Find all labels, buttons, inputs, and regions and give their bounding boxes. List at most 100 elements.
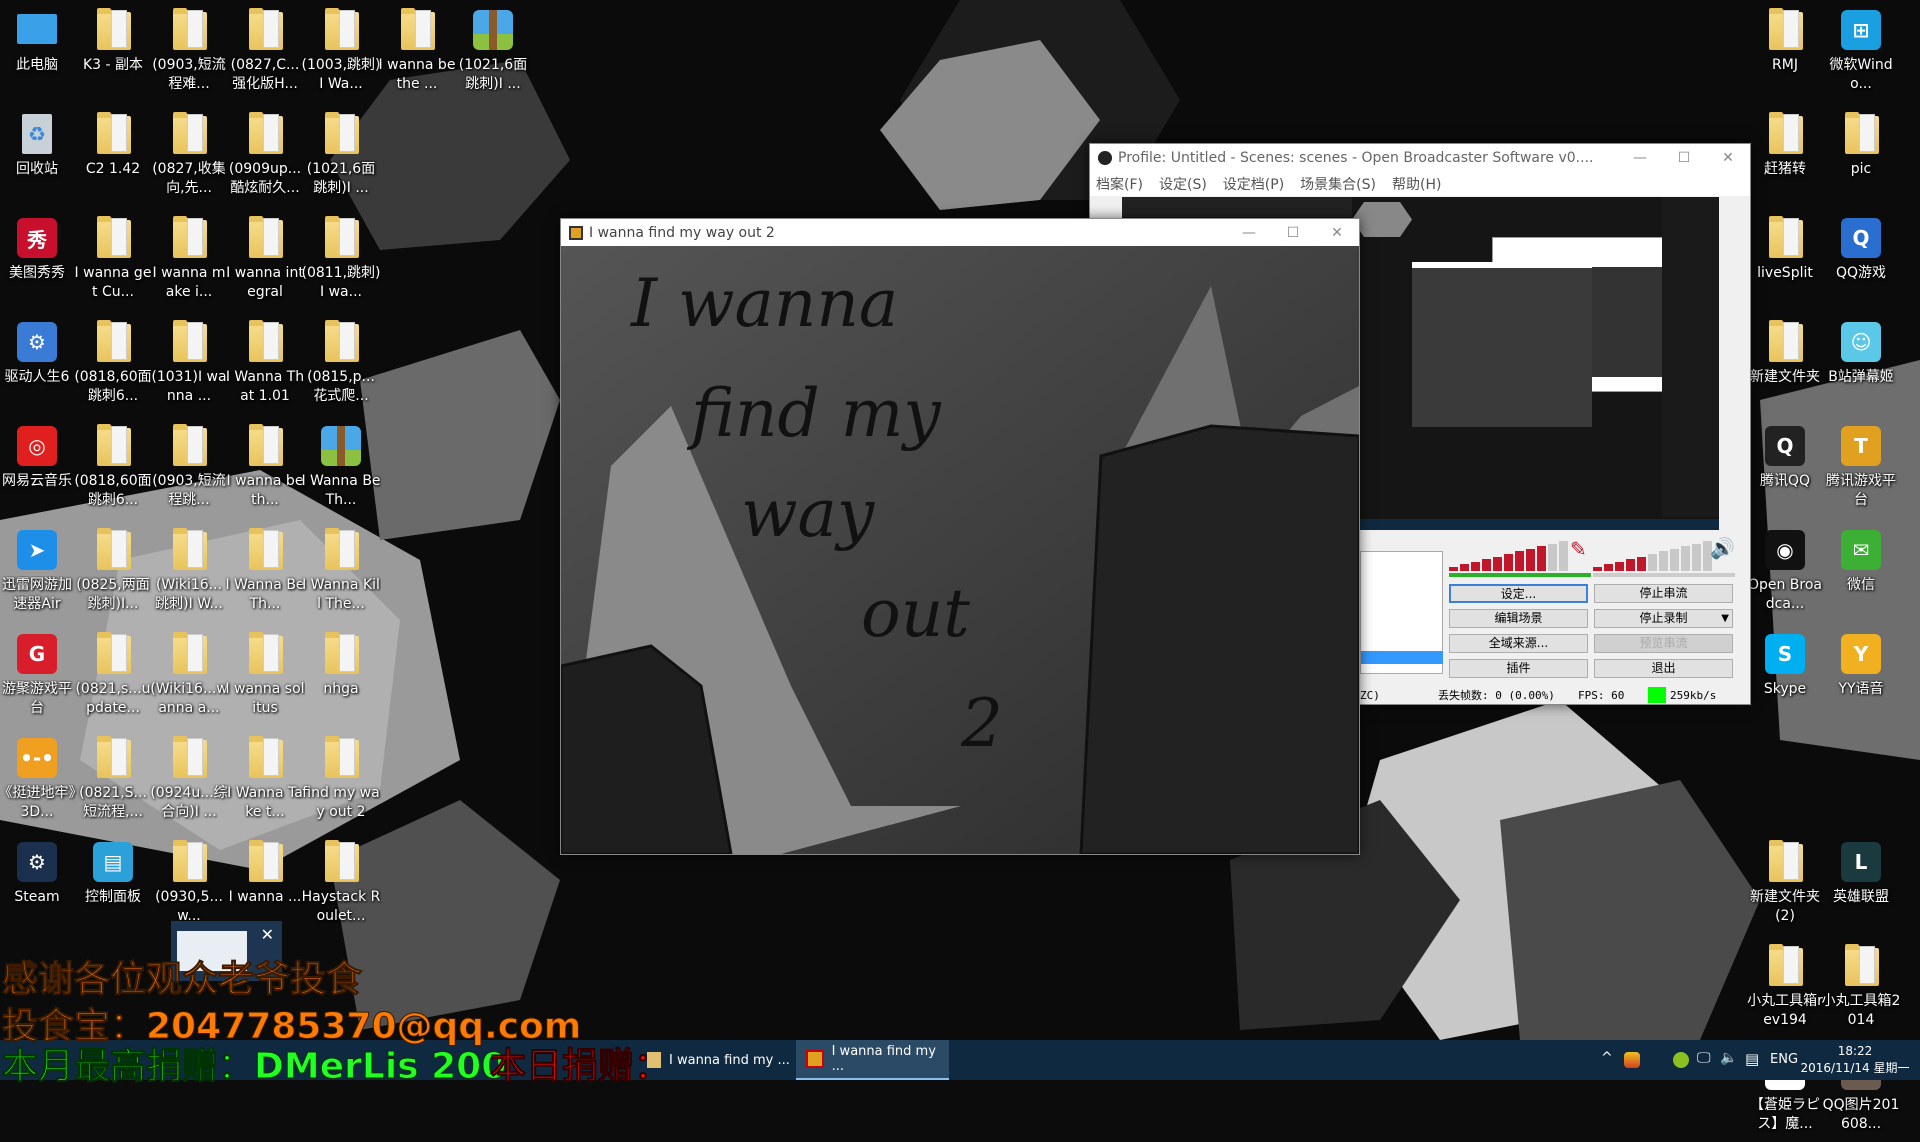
show-hidden-icons-icon[interactable]: ^ — [1601, 1050, 1613, 1066]
desktop-icon[interactable]: (Wiki16...wanna a... — [150, 626, 228, 726]
mic-volume-slider[interactable] — [1449, 573, 1591, 577]
selected-source[interactable] — [1361, 651, 1443, 664]
desktop-icon[interactable]: (0827,收集向,先... — [151, 106, 227, 206]
desktop-icon[interactable]: 小丸工具箱2014 — [1822, 938, 1900, 1038]
desktop-icon[interactable]: I wanna solitus — [225, 626, 305, 726]
desktop-icon[interactable]: (0815,p...花式爬... — [303, 314, 379, 414]
desktop-icon[interactable]: L 英雄联盟 — [1823, 834, 1899, 934]
tray-security-icon[interactable] — [1673, 1052, 1689, 1068]
maximize-icon[interactable]: ☐ — [1662, 150, 1706, 166]
desktop-icon[interactable]: ⚙ Steam — [0, 834, 75, 934]
desktop-icon[interactable]: I wanna ... — [227, 834, 303, 934]
desktop-icon[interactable]: (Wiki16...跳刺)I W... — [151, 522, 227, 622]
microphone-icon[interactable]: ✎ — [1570, 537, 1587, 561]
desktop-icon[interactable]: pic — [1823, 106, 1899, 206]
desktop-icon[interactable]: 此电脑 — [0, 2, 75, 102]
minimize-icon[interactable]: — — [1618, 150, 1662, 166]
desktop-icon[interactable]: (0825,两面跳刺)I... — [75, 522, 151, 622]
notification-icon[interactable]: ▤ — [1745, 1050, 1759, 1068]
desktop-icon[interactable]: ➤ 迅雷网游加速器Air — [0, 522, 75, 622]
desktop-icon[interactable]: ✉ 微信 — [1823, 522, 1899, 622]
desktop-icon[interactable]: (1021,6面跳刺)I ... — [455, 2, 531, 102]
desktop-icon[interactable]: liveSplit — [1747, 210, 1823, 310]
game-title-bar[interactable]: I wanna find my way out 2 — ☐ ✕ — [561, 219, 1359, 246]
desktop-icon[interactable]: I Wanna Take t... — [227, 730, 303, 830]
desktop-icon[interactable]: find my way out 2 — [302, 730, 380, 830]
desktop-icon[interactable]: (0818,60面跳刺6... — [74, 314, 152, 414]
desktop-icon[interactable]: 新建文件夹 — [1747, 314, 1823, 414]
close-icon[interactable]: ✕ — [1315, 225, 1359, 241]
desktop-icon[interactable]: S Skype — [1747, 626, 1823, 726]
desktop-icon[interactable]: 秀美图秀秀 — [0, 210, 75, 310]
desktop-icon[interactable]: nhga — [303, 626, 379, 726]
desktop-icon[interactable]: Y YY语音 — [1823, 626, 1899, 726]
desktop-icon[interactable]: ⊞ 微软Windo... — [1823, 2, 1899, 102]
close-icon[interactable]: ✕ — [1706, 150, 1750, 166]
desktop-icon[interactable]: (0818,60面跳刺6... — [74, 418, 152, 518]
network-icon[interactable]: 🖵 — [1697, 1050, 1711, 1066]
desktop-icon[interactable]: I Wanna That 1.01 — [226, 314, 304, 414]
desktop-icon[interactable]: T 腾讯游戏平台 — [1823, 418, 1899, 518]
desktop-icon[interactable]: I wanna integral — [226, 210, 304, 310]
menu-help[interactable]: 帮助(H) — [1392, 174, 1441, 194]
desktop-icon[interactable]: (0821,S...短流程,... — [75, 730, 151, 830]
desktop-icon[interactable]: ◎ 网易云音乐 — [0, 418, 75, 518]
desktop-icon[interactable]: I Wanna Be Th... — [225, 522, 305, 622]
desktop-icon[interactable]: Q QQ游戏 — [1823, 210, 1899, 310]
desktop-icon[interactable]: Q 腾讯QQ — [1747, 418, 1823, 518]
speaker-icon[interactable]: 🔊 — [1710, 536, 1735, 560]
taskbar-item-game-2[interactable]: I wanna find my ... — [796, 1040, 949, 1080]
desktop-icon[interactable]: (0811,跳刺)I wa... — [301, 210, 381, 310]
desktop-icon[interactable]: (0827,C...强化版H... — [227, 2, 303, 102]
desktop-icon[interactable]: (0821,s...update... — [75, 626, 151, 726]
desktop-icon[interactable]: Haystack Roulet... — [302, 834, 380, 934]
plugins-button[interactable]: 插件 — [1449, 659, 1588, 678]
desktop-icon[interactable]: I wanna be the ... — [379, 2, 455, 102]
desktop-icon[interactable]: ♻ 回收站 — [0, 106, 75, 206]
stop-record-button[interactable]: 停止录制 ▼ — [1594, 609, 1733, 628]
obs-sources-list[interactable] — [1360, 551, 1443, 674]
global-sources-button[interactable]: 全域来源... — [1449, 634, 1588, 653]
menu-scene-collection[interactable]: 场景集合(S) — [1300, 174, 1376, 194]
desktop-icon[interactable]: C2 1.42 — [75, 106, 151, 206]
language-indicator[interactable]: ENG — [1770, 1052, 1798, 1067]
desktop-icon[interactable]: (0924u...综合向)I ... — [150, 730, 228, 830]
desktop-icon[interactable]: RMJ — [1747, 2, 1823, 102]
desktop-icon[interactable]: I wanna make i... — [151, 210, 227, 310]
close-icon[interactable]: ✕ — [261, 925, 274, 944]
desktop-icon[interactable]: 赶猪转 — [1747, 106, 1823, 206]
desktop-icon[interactable]: ☺ B站弹幕姬 — [1823, 314, 1899, 414]
tray-app-icon[interactable] — [1624, 1052, 1640, 1068]
desktop-icon[interactable]: ▤ 控制面板 — [75, 834, 151, 934]
maximize-icon[interactable]: ☐ — [1271, 225, 1315, 241]
desktop-icon[interactable]: I wanna be th... — [227, 418, 303, 518]
desktop-icon[interactable]: (0903,短流程跳... — [151, 418, 227, 518]
desktop-icon[interactable]: ⚙ 驱动人生6 — [0, 314, 75, 414]
desktop-volume-slider[interactable] — [1593, 573, 1735, 577]
desktop-icon[interactable]: I Wanna Be Th... — [301, 418, 381, 518]
stop-stream-button[interactable]: 停止串流 — [1594, 584, 1733, 603]
desktop-icon[interactable]: 小丸工具箱rev194 — [1747, 938, 1823, 1038]
settings-button[interactable]: 设定... — [1449, 584, 1588, 603]
clock[interactable]: 18:22 2016/11/14 星期一 — [1800, 1043, 1910, 1077]
edit-scene-button[interactable]: 编辑场景 — [1449, 609, 1588, 628]
desktop-icon[interactable]: (0909up...酷炫耐久... — [227, 106, 303, 206]
desktop-icon[interactable]: (1003,跳刺)I Wa... — [301, 2, 381, 102]
desktop-icon[interactable]: (1031)I wanna ... — [151, 314, 227, 414]
menu-profile[interactable]: 设定档(P) — [1223, 174, 1284, 194]
menu-settings[interactable]: 设定(S) — [1159, 174, 1207, 194]
desktop-icon[interactable]: I Wanna Kill The... — [302, 522, 380, 622]
exit-button[interactable]: 退出 — [1594, 659, 1733, 678]
desktop-icon[interactable]: K3 - 副本 — [75, 2, 151, 102]
dropdown-arrow-icon[interactable]: ▼ — [1721, 610, 1729, 627]
desktop-icon[interactable]: G 游聚游戏平台 — [0, 626, 75, 726]
desktop-icon[interactable]: (0930,5...w... — [151, 834, 227, 934]
desktop-icon[interactable]: 新建文件夹 (2) — [1747, 834, 1823, 934]
desktop-icon[interactable]: ◉ Open Broadca... — [1747, 522, 1823, 622]
desktop-icon[interactable]: •-• 《挺进地牢》3D... — [0, 730, 76, 830]
minimize-icon[interactable]: — — [1227, 225, 1271, 241]
desktop-icon[interactable]: (1021,6面跳刺)I ... — [303, 106, 379, 206]
desktop-icon[interactable]: (0903,短流程难... — [151, 2, 227, 102]
obs-title-bar[interactable]: Profile: Untitled - Scenes: scenes - Ope… — [1090, 144, 1750, 172]
game-canvas[interactable]: I wanna find my way out 2 — [561, 246, 1359, 854]
